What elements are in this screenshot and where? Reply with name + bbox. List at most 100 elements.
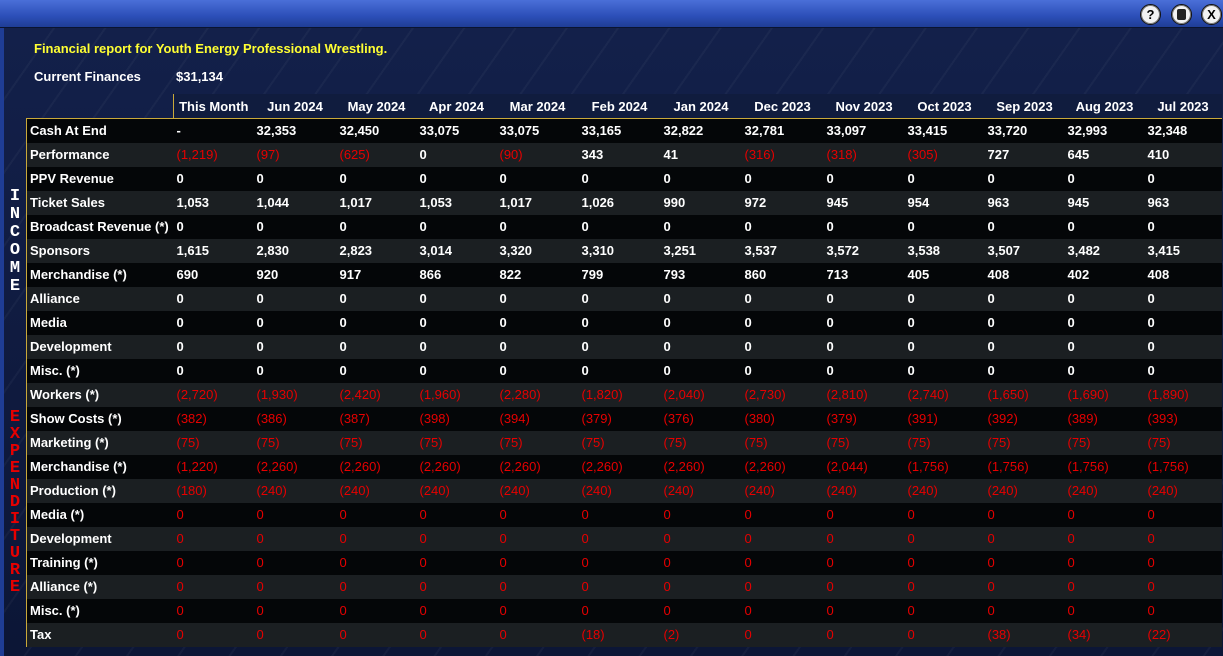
table-cell: (2,260) bbox=[499, 459, 541, 474]
column-header[interactable]: Mar 2024 bbox=[496, 94, 579, 119]
row-label: Alliance bbox=[26, 286, 174, 311]
row-label: Misc. (*) bbox=[26, 358, 174, 383]
column-header[interactable]: Aug 2023 bbox=[1064, 94, 1145, 119]
table-cell: 0 bbox=[1147, 507, 1155, 522]
side-label-letter: P bbox=[9, 442, 21, 461]
table-cell: 0 bbox=[907, 315, 915, 330]
table-cell: 0 bbox=[987, 219, 995, 234]
help-icon[interactable]: ? bbox=[1140, 4, 1161, 25]
table-cell: 0 bbox=[744, 291, 752, 306]
minimize-icon[interactable] bbox=[1171, 4, 1192, 25]
table-cell: 990 bbox=[663, 195, 686, 210]
row-label: Sponsors bbox=[26, 238, 174, 263]
table-cell: (398) bbox=[419, 411, 450, 426]
table-cell: (305) bbox=[907, 147, 938, 162]
column-header[interactable]: Dec 2023 bbox=[741, 94, 824, 119]
table-cell: 32,781 bbox=[741, 118, 824, 143]
table-cell: 0 bbox=[256, 507, 264, 522]
column-header[interactable]: Feb 2024 bbox=[578, 94, 661, 119]
row-label: Marketing (*) bbox=[26, 430, 174, 455]
table-cell: 0 bbox=[1067, 291, 1075, 306]
table-row: Development 0 0 0 0 0 0 0 0 0 0 0 0 0 bbox=[26, 334, 1222, 359]
column-header[interactable]: Apr 2024 bbox=[416, 94, 497, 119]
table-cell: 0 bbox=[419, 627, 427, 642]
table-cell: 0 bbox=[419, 339, 427, 354]
table-cell: 0 bbox=[663, 507, 671, 522]
row-label: Production (*) bbox=[26, 478, 174, 503]
table-cell: (18) bbox=[581, 627, 605, 642]
table-cell: 33,720 bbox=[984, 118, 1065, 143]
table-cell: 0 bbox=[339, 507, 347, 522]
table-cell: 0 bbox=[256, 171, 264, 186]
table-cell: (2,740) bbox=[907, 387, 949, 402]
table-cell: 0 bbox=[581, 555, 589, 570]
table-cell: 343 bbox=[581, 147, 604, 162]
table-cell: (1,219) bbox=[176, 147, 218, 162]
table-cell: 3,320 bbox=[499, 243, 533, 258]
table-cell: 0 bbox=[826, 339, 834, 354]
table-cell: 0 bbox=[581, 291, 589, 306]
table-cell: 0 bbox=[581, 579, 589, 594]
column-header[interactable]: Jun 2024 bbox=[253, 94, 337, 119]
table-row: Misc. (*) 0 0 0 0 0 0 0 0 0 0 0 0 0 bbox=[26, 598, 1222, 623]
table-cell: (240) bbox=[339, 483, 370, 498]
table-cell: 0 bbox=[1147, 339, 1155, 354]
table-cell: 866 bbox=[419, 267, 442, 282]
table-cell: 1,615 bbox=[176, 243, 210, 258]
row-label: Training (*) bbox=[26, 550, 174, 575]
table-cell: 32,348 bbox=[1144, 118, 1222, 143]
table-cell: (2,810) bbox=[826, 387, 868, 402]
table-cell: (38) bbox=[987, 627, 1011, 642]
table-cell: 799 bbox=[581, 267, 604, 282]
close-icon[interactable]: X bbox=[1201, 4, 1222, 25]
table-row: Broadcast Revenue (*) 0 0 0 0 0 0 0 0 0 0 0 0 0 bbox=[26, 214, 1222, 239]
table-cell: 645 bbox=[1067, 147, 1090, 162]
row-label: Workers (*) bbox=[26, 382, 174, 407]
side-label-letter: E bbox=[9, 459, 21, 478]
table-row: Media (*) 0 0 0 0 0 0 0 0 0 0 0 0 0 bbox=[26, 502, 1222, 527]
table-cell: 0 bbox=[339, 363, 347, 378]
table-cell: (1,890) bbox=[1147, 387, 1189, 402]
table-cell: (90) bbox=[499, 147, 523, 162]
column-header[interactable]: Nov 2023 bbox=[823, 94, 905, 119]
side-label-letter: M bbox=[9, 259, 21, 278]
column-header[interactable]: May 2024 bbox=[336, 94, 417, 119]
column-header[interactable]: This Month bbox=[173, 94, 254, 119]
table-row: Workers (*) (2,720) (1,930) (2,420) (1,960) (… bbox=[26, 382, 1222, 407]
table-cell: 0 bbox=[826, 507, 834, 522]
table-cell: 0 bbox=[907, 363, 915, 378]
table-cell: 0 bbox=[499, 219, 507, 234]
table-cell: 0 bbox=[1147, 531, 1155, 546]
table-cell: (382) bbox=[176, 411, 207, 426]
table-cell: (240) bbox=[581, 483, 612, 498]
table-cell: 0 bbox=[826, 171, 834, 186]
table-cell: 0 bbox=[663, 291, 671, 306]
table-cell: (240) bbox=[1067, 483, 1098, 498]
column-header[interactable]: Jan 2024 bbox=[660, 94, 742, 119]
table-cell: 0 bbox=[256, 555, 264, 570]
table-cell: 405 bbox=[907, 267, 930, 282]
table-cell: 713 bbox=[826, 267, 849, 282]
table-cell: (1,960) bbox=[419, 387, 461, 402]
table-cell: 33,075 bbox=[496, 118, 579, 143]
table-cell: 0 bbox=[256, 531, 264, 546]
table-cell: (2,044) bbox=[826, 459, 868, 474]
row-label: Broadcast Revenue (*) bbox=[26, 214, 174, 239]
table-cell: (240) bbox=[826, 483, 857, 498]
column-header[interactable]: Jul 2023 bbox=[1144, 94, 1222, 119]
table-cell: 0 bbox=[1147, 171, 1155, 186]
table-cell: 0 bbox=[499, 291, 507, 306]
header-blank bbox=[27, 94, 174, 119]
table-row: Alliance 0 0 0 0 0 0 0 0 0 0 0 0 0 bbox=[26, 286, 1222, 311]
column-header[interactable]: Sep 2023 bbox=[984, 94, 1065, 119]
table-cell: 793 bbox=[663, 267, 686, 282]
table-cell: (1,756) bbox=[1147, 459, 1189, 474]
column-header[interactable]: Oct 2023 bbox=[904, 94, 985, 119]
table-cell: 0 bbox=[987, 315, 995, 330]
table-cell: 0 bbox=[176, 339, 184, 354]
row-label: Ticket Sales bbox=[26, 190, 174, 215]
row-label: Show Costs (*) bbox=[26, 406, 174, 431]
table-cell: 0 bbox=[744, 339, 752, 354]
table-cell: (1,820) bbox=[581, 387, 623, 402]
table-cell: 0 bbox=[744, 555, 752, 570]
